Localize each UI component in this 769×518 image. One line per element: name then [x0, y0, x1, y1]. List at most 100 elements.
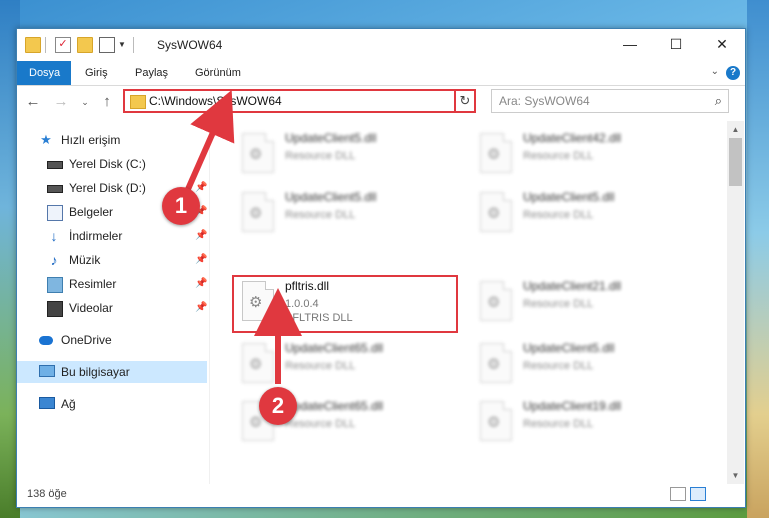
- maximize-button[interactable]: ☐: [653, 29, 699, 61]
- recent-locations-icon[interactable]: ⌄: [75, 92, 95, 112]
- tab-home[interactable]: Giriş: [73, 61, 120, 85]
- large-icons-view-icon[interactable]: [690, 487, 706, 501]
- address-bar[interactable]: C:\Windows\SysWOW64 ⌄: [123, 89, 476, 113]
- file-name: UpdateClient5.dll: [285, 131, 377, 145]
- folder-icon: [130, 95, 146, 109]
- vertical-scrollbar[interactable]: ▲ ▼: [727, 121, 744, 484]
- address-path: C:\Windows\SysWOW64: [149, 94, 282, 108]
- file-name: UpdateClient5.dll: [523, 190, 615, 204]
- close-button[interactable]: ✕: [699, 29, 745, 61]
- gear-icon: ⚙: [249, 414, 263, 431]
- gear-icon: ⚙: [487, 294, 501, 311]
- file-name: UpdateClient5.dll: [285, 190, 377, 204]
- details-view-icon[interactable]: [670, 487, 686, 501]
- sidebar-item-label: Yerel Disk (D:): [69, 181, 146, 195]
- file-item[interactable]: ⚙ UpdateClient19.dll Resource DLL: [475, 399, 695, 449]
- file-name: UpdateClient65.dll: [285, 399, 384, 413]
- file-name: UpdateClient42.dll: [523, 131, 622, 145]
- gear-icon: ⚙: [487, 146, 501, 163]
- file-type: Resource DLL: [523, 418, 594, 430]
- sidebar-item-videos[interactable]: Videolar 📌: [17, 297, 207, 319]
- sidebar-item-network[interactable]: Ağ: [17, 393, 207, 415]
- file-list: ⚙ UpdateClient5.dll Resource DLL ⚙ Updat…: [212, 121, 727, 484]
- file-type: Resource DLL: [285, 150, 356, 162]
- pin-icon: 📌: [195, 230, 208, 241]
- quick-access-dropdown-icon[interactable]: ▼: [118, 40, 126, 49]
- file-item[interactable]: ⚙ UpdateClient5.dll Resource DLL: [475, 341, 695, 391]
- sidebar-item-this-pc[interactable]: Bu bilgisayar: [17, 361, 207, 383]
- sidebar-item-label: Hızlı erişim: [61, 133, 121, 147]
- search-placeholder: Ara: SysWOW64: [499, 94, 590, 108]
- file-type: Resource DLL: [523, 209, 594, 221]
- star-icon: ★: [40, 132, 52, 147]
- new-folder-icon[interactable]: [77, 37, 93, 53]
- properties-check-icon[interactable]: ✓: [55, 37, 71, 53]
- disk-icon: [47, 161, 63, 169]
- scroll-down-icon[interactable]: ▼: [727, 467, 744, 484]
- title-separator: [133, 37, 134, 53]
- file-item[interactable]: ⚙ UpdateClient5.dll Resource DLL: [237, 131, 457, 181]
- pin-icon: 📌: [195, 254, 208, 265]
- computer-icon: [39, 365, 55, 377]
- sidebar-item-label: Yerel Disk (C:): [69, 157, 146, 171]
- folder-icon: [25, 37, 41, 53]
- item-count: 138 öğe: [27, 488, 67, 500]
- search-icon[interactable]: ⌕: [715, 93, 722, 109]
- ribbon-tabs: Dosya Giriş Paylaş Görünüm ⌄ ?: [17, 61, 745, 86]
- file-name: UpdateClient21.dll: [523, 279, 622, 293]
- up-arrow-icon[interactable]: ↑: [97, 92, 117, 112]
- sidebar-item-downloads[interactable]: ↓ İndirmeler 📌: [17, 225, 208, 247]
- pictures-icon: [47, 277, 63, 293]
- desktop-background-right: [747, 0, 769, 518]
- sidebar-item-label: Bu bilgisayar: [61, 365, 130, 379]
- sidebar-item-local-disk-c[interactable]: Yerel Disk (C:): [17, 153, 207, 175]
- help-icon[interactable]: ?: [726, 66, 740, 80]
- gear-icon: ⚙: [487, 414, 501, 431]
- documents-icon: [47, 205, 63, 221]
- refresh-button[interactable]: ↻: [454, 89, 476, 113]
- tab-share[interactable]: Paylaş: [123, 61, 180, 85]
- back-arrow-icon[interactable]: ←: [23, 92, 43, 112]
- minimize-button[interactable]: —: [607, 29, 653, 61]
- file-type: Resource DLL: [285, 360, 356, 372]
- sidebar-item-label: Müzik: [69, 253, 101, 267]
- search-input[interactable]: Ara: SysWOW64 ⌕: [491, 89, 729, 113]
- file-name: UpdateClient5.dll: [523, 341, 615, 355]
- disk-icon: [47, 185, 63, 193]
- pin-icon: 📌: [195, 302, 208, 313]
- file-name: UpdateClient19.dll: [523, 399, 622, 413]
- download-icon: ↓: [50, 228, 58, 244]
- status-bar: 138 öğe: [17, 484, 745, 506]
- file-item[interactable]: ⚙ UpdateClient65.dll Resource DLL: [237, 341, 457, 391]
- scroll-up-icon[interactable]: ▲: [727, 121, 744, 138]
- sidebar-item-quick-access[interactable]: ★ Hızlı erişim: [17, 129, 207, 151]
- scrollbar-thumb[interactable]: [729, 138, 742, 186]
- navigation-pane: ★ Hızlı erişim Yerel Disk (C:) Yerel Dis…: [17, 121, 210, 484]
- file-type: Resource DLL: [285, 418, 356, 430]
- file-item[interactable]: ⚙ UpdateClient5.dll Resource DLL: [475, 190, 695, 240]
- tab-file[interactable]: Dosya: [17, 61, 71, 85]
- sidebar-item-label: OneDrive: [61, 333, 112, 347]
- file-explorer-window: ✓ ▼ SysWOW64 — ☐ ✕ Dosya Giriş Paylaş Gö…: [16, 28, 746, 508]
- file-highlight-box: [232, 275, 458, 333]
- file-item[interactable]: ⚙ UpdateClient5.dll Resource DLL: [237, 190, 457, 240]
- file-item[interactable]: ⚙ UpdateClient42.dll Resource DLL: [475, 131, 695, 181]
- gear-icon: ⚙: [249, 146, 263, 163]
- gear-icon: ⚙: [487, 205, 501, 222]
- pin-icon: 📌: [195, 278, 208, 289]
- sidebar-item-music[interactable]: ♪ Müzik 📌: [17, 249, 208, 271]
- quick-access-separator: [45, 37, 46, 53]
- tab-view[interactable]: Görünüm: [183, 61, 253, 85]
- annotation-callout-2: 2: [259, 387, 297, 425]
- sidebar-item-label: İndirmeler: [69, 229, 123, 243]
- sidebar-item-pictures[interactable]: Resimler 📌: [17, 273, 207, 295]
- navigation-bar: ← → ⌄ ↑ C:\Windows\SysWOW64 ⌄ ↻ Ara: Sys…: [17, 86, 745, 118]
- forward-arrow-icon[interactable]: →: [51, 92, 71, 112]
- sidebar-item-label: Ağ: [61, 397, 76, 411]
- expand-ribbon-icon[interactable]: ⌄: [711, 66, 719, 77]
- file-item[interactable]: ⚙ UpdateClient21.dll Resource DLL: [475, 279, 695, 329]
- file-type: Resource DLL: [523, 298, 594, 310]
- sidebar-item-onedrive[interactable]: OneDrive: [17, 329, 207, 351]
- customize-icon[interactable]: [99, 37, 115, 53]
- annotation-callout-1: 1: [162, 187, 200, 225]
